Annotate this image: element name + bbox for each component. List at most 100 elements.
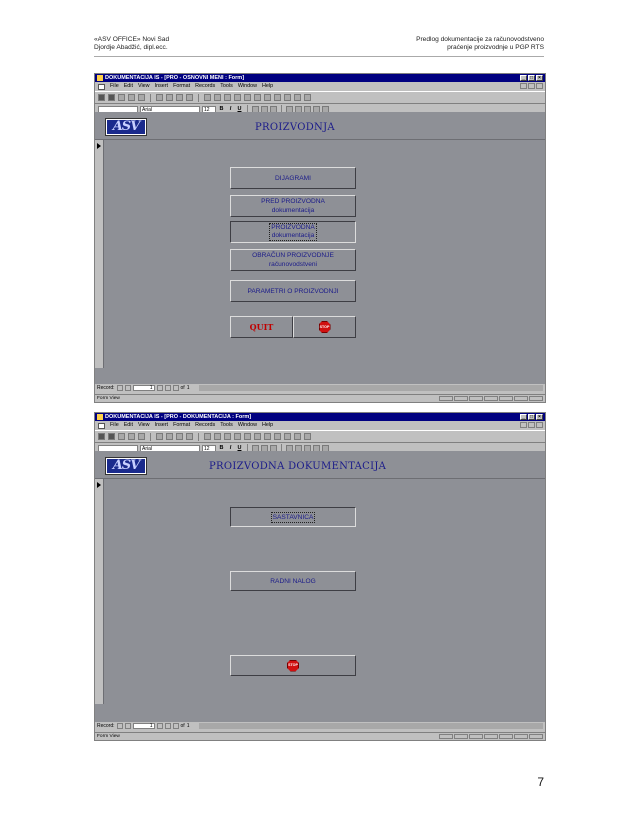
save-icon[interactable] <box>108 94 115 101</box>
menu-view[interactable]: View <box>138 82 150 91</box>
undo-icon[interactable] <box>204 433 211 440</box>
stop-button[interactable]: STOP <box>230 655 356 676</box>
doc-minimize-button[interactable] <box>520 83 527 89</box>
spelling-icon[interactable] <box>138 433 145 440</box>
apply-filter-icon[interactable] <box>244 433 251 440</box>
close-button[interactable]: × <box>536 75 543 81</box>
copy-icon[interactable] <box>166 94 173 101</box>
minimize-button[interactable]: _ <box>520 75 527 81</box>
previous-record-button[interactable] <box>124 723 131 729</box>
copy-icon[interactable] <box>166 433 173 440</box>
pred-proizvodna-dokumentacija-button[interactable]: PRED PROIZVODNA dokumentacija <box>230 195 356 217</box>
document-icon[interactable] <box>98 422 105 429</box>
close-button[interactable]: × <box>536 414 543 420</box>
view-icon[interactable] <box>98 94 105 101</box>
doc-restore-button[interactable] <box>528 422 535 428</box>
delete-record-icon[interactable] <box>274 94 281 101</box>
menu-records[interactable]: Records <box>195 82 215 91</box>
find-icon[interactable] <box>254 94 261 101</box>
new-record-icon[interactable] <box>264 94 271 101</box>
new-object-icon[interactable] <box>294 433 301 440</box>
spelling-icon[interactable] <box>138 94 145 101</box>
menu-tools[interactable]: Tools <box>220 82 233 91</box>
sort-ascending-icon[interactable] <box>214 433 221 440</box>
maximize-button[interactable]: □ <box>528 414 535 420</box>
sort-ascending-icon[interactable] <box>214 94 221 101</box>
menu-insert[interactable]: Insert <box>155 82 168 91</box>
menu-window[interactable]: Window <box>238 82 257 91</box>
last-record-button[interactable] <box>164 723 171 729</box>
menu-format[interactable]: Format <box>173 421 190 430</box>
menu-format[interactable]: Format <box>173 82 190 91</box>
menu-insert[interactable]: Insert <box>155 421 168 430</box>
doc-close-button[interactable] <box>536 83 543 89</box>
format-painter-icon[interactable] <box>186 433 193 440</box>
obracun-proizvodnje-button[interactable]: OBRAČUN PROIZVODNJE računovodstveni <box>230 249 356 271</box>
print-icon[interactable] <box>118 433 125 440</box>
view-icon[interactable] <box>98 433 105 440</box>
horizontal-scrollbar[interactable] <box>199 385 543 391</box>
record-number-field[interactable]: 1 <box>132 385 155 391</box>
dijagrami-button[interactable]: DIJAGRAMI <box>230 167 356 189</box>
document-icon[interactable] <box>98 83 105 90</box>
help-icon[interactable] <box>304 94 311 101</box>
record-selector[interactable] <box>95 479 104 704</box>
undo-icon[interactable] <box>204 94 211 101</box>
record-selector[interactable] <box>95 140 104 368</box>
parametri-o-proizvodnji-button[interactable]: PARAMETRI O PROIZVODNJI <box>230 280 356 302</box>
filter-icon[interactable] <box>234 94 241 101</box>
doc-restore-button[interactable] <box>528 83 535 89</box>
next-record-button[interactable] <box>156 723 163 729</box>
radni-nalog-button[interactable]: RADNI NALOG <box>230 571 356 591</box>
menu-help[interactable]: Help <box>262 82 273 91</box>
menu-tools[interactable]: Tools <box>220 421 233 430</box>
first-record-button[interactable] <box>116 385 123 391</box>
new-record-nav-button[interactable] <box>172 385 179 391</box>
filter-icon[interactable] <box>234 433 241 440</box>
delete-record-icon[interactable] <box>274 433 281 440</box>
proizvodna-dokumentacija-button[interactable]: PROIZVODNA dokumentacija <box>230 221 356 243</box>
horizontal-scrollbar[interactable] <box>199 723 543 729</box>
sort-descending-icon[interactable] <box>224 94 231 101</box>
menu-window[interactable]: Window <box>238 421 257 430</box>
new-object-icon[interactable] <box>294 94 301 101</box>
previous-record-button[interactable] <box>124 385 131 391</box>
stop-button[interactable]: STOP <box>293 316 356 338</box>
next-record-button[interactable] <box>156 385 163 391</box>
print-preview-icon[interactable] <box>128 433 135 440</box>
apply-filter-icon[interactable] <box>244 94 251 101</box>
paste-icon[interactable] <box>176 94 183 101</box>
minimize-button[interactable]: _ <box>520 414 527 420</box>
database-window-icon[interactable] <box>284 433 291 440</box>
first-record-button[interactable] <box>116 723 123 729</box>
window-title: DOKUMENTACIJA IS - [PRO - DOKUMENTACIJA … <box>105 414 252 420</box>
menu-records[interactable]: Records <box>195 421 215 430</box>
new-record-nav-button[interactable] <box>172 723 179 729</box>
separator <box>198 93 199 102</box>
help-icon[interactable] <box>304 433 311 440</box>
save-icon[interactable] <box>108 433 115 440</box>
cut-icon[interactable] <box>156 94 163 101</box>
new-record-icon[interactable] <box>264 433 271 440</box>
menu-view[interactable]: View <box>138 421 150 430</box>
paste-icon[interactable] <box>176 433 183 440</box>
maximize-button[interactable]: □ <box>528 75 535 81</box>
cut-icon[interactable] <box>156 433 163 440</box>
format-painter-icon[interactable] <box>186 94 193 101</box>
menu-edit[interactable]: Edit <box>124 421 133 430</box>
print-icon[interactable] <box>118 94 125 101</box>
doc-close-button[interactable] <box>536 422 543 428</box>
quit-button[interactable]: QUIT <box>230 316 293 338</box>
menu-help[interactable]: Help <box>262 421 273 430</box>
doc-minimize-button[interactable] <box>520 422 527 428</box>
sort-descending-icon[interactable] <box>224 433 231 440</box>
menu-file[interactable]: File <box>110 82 119 91</box>
menu-edit[interactable]: Edit <box>124 82 133 91</box>
print-preview-icon[interactable] <box>128 94 135 101</box>
find-icon[interactable] <box>254 433 261 440</box>
sastavnica-button[interactable]: SASTAVNICA <box>230 507 356 527</box>
database-window-icon[interactable] <box>284 94 291 101</box>
last-record-button[interactable] <box>164 385 171 391</box>
record-number-field[interactable]: 1 <box>132 723 155 729</box>
menu-file[interactable]: File <box>110 421 119 430</box>
